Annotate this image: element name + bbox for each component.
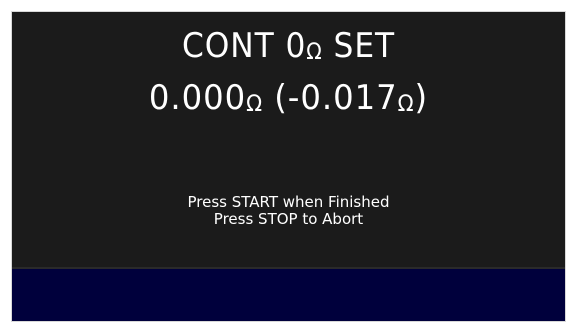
instrument-display: CONT 0Ω SET 0.000Ω (-0.017Ω) Press START… xyxy=(11,11,566,322)
instructions: Press START when Finished Press STOP to … xyxy=(12,194,565,228)
status-bar xyxy=(12,267,565,321)
ohm-unit-offset: Ω xyxy=(397,92,415,117)
reading-value: 0.000 xyxy=(148,78,247,118)
offset-suffix: ) xyxy=(414,78,429,118)
ohm-unit-reading: Ω xyxy=(246,92,264,117)
instruction-stop: Press STOP to Abort xyxy=(213,210,364,228)
offset-prefix: (-0.017 xyxy=(263,78,398,118)
title-text: CONT 0 xyxy=(181,26,307,66)
ohm-unit-title: Ω xyxy=(306,40,323,65)
mode-title: CONT 0Ω SET xyxy=(34,26,543,73)
title-suffix: SET xyxy=(322,26,396,66)
instruction-start: Press START when Finished xyxy=(187,193,390,211)
resistance-reading: 0.000Ω (-0.017Ω) xyxy=(26,78,551,125)
